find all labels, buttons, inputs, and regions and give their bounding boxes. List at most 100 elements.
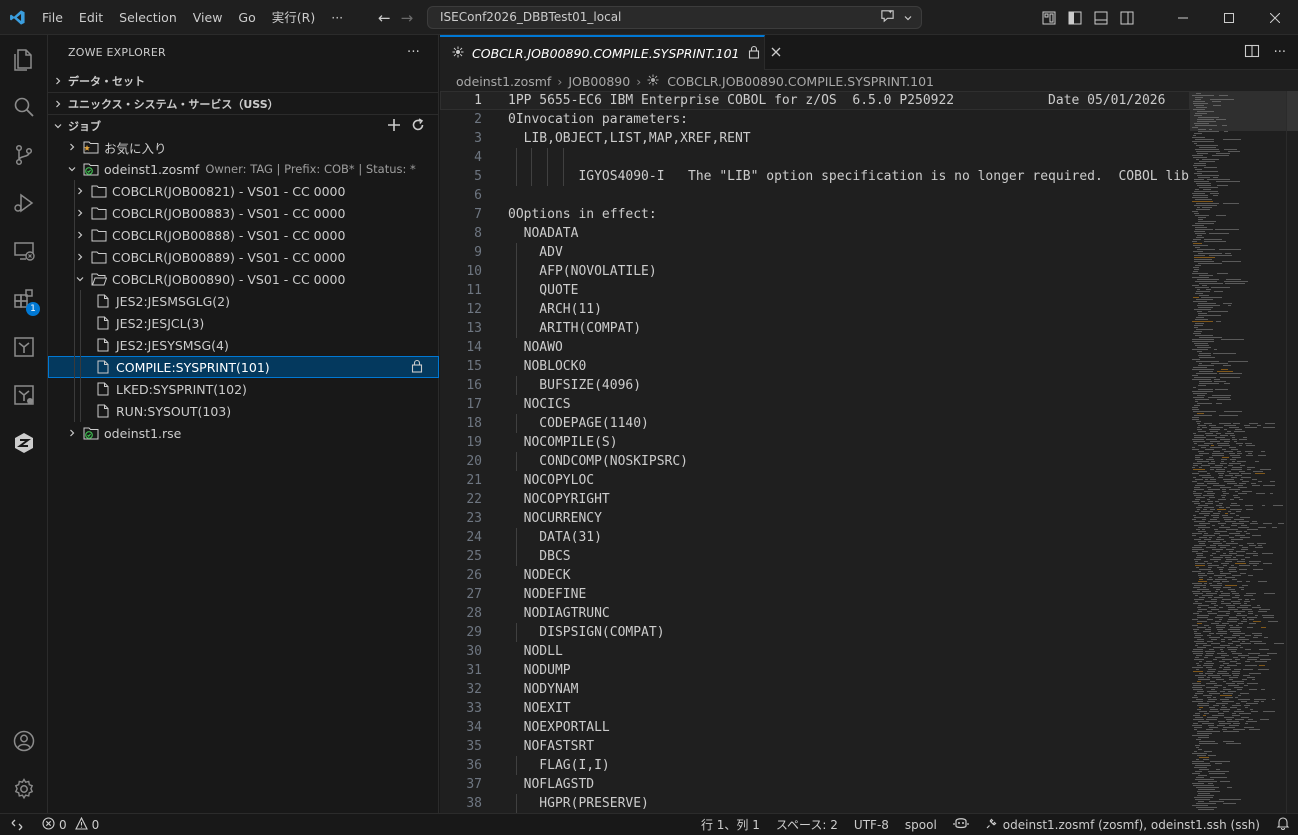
toggle-panel-icon[interactable] — [1088, 0, 1114, 35]
code-line[interactable]: 3 LIB,OBJECT,LIST,MAP,XREF,RENT — [440, 129, 1190, 148]
code-line[interactable]: 11 QUOTE — [440, 281, 1190, 300]
section-uss[interactable]: ユニックス・システム・サービス（USS） — [48, 92, 439, 114]
forward-arrow-icon[interactable]: → — [401, 9, 414, 27]
minimize-button[interactable] — [1160, 0, 1206, 35]
breadcrumb-item[interactable]: COBCLR.JOB00890.COMPILE.SYSPRINT.101 — [667, 74, 934, 89]
explorer-icon[interactable] — [0, 35, 48, 83]
cursor-position[interactable]: 行 1、列 1 — [701, 816, 760, 833]
code-line[interactable]: 30 NODLL — [440, 642, 1190, 661]
code-line[interactable]: 4 — [440, 148, 1190, 167]
tree-item-spool-file-selected[interactable]: COMPILE:SYSPRINT(101) — [48, 356, 439, 378]
close-window-button[interactable] — [1252, 0, 1298, 35]
code-line[interactable]: 23 NOCURRENCY — [440, 509, 1190, 528]
maximize-button[interactable] — [1206, 0, 1252, 35]
menu-more[interactable]: ··· — [323, 0, 351, 35]
tree-item-favorites[interactable]: お気に入り — [48, 136, 439, 158]
code-line[interactable]: 25 DBCS — [440, 547, 1190, 566]
connection-status[interactable]: odeinst1.zosmf (zosmf), odeinst1.ssh (ss… — [985, 817, 1260, 833]
tree-item-job[interactable]: COBCLR(JOB00821) - VS01 - CC 0000 — [48, 180, 439, 202]
code-line[interactable]: 38 HGPR(PRESERVE) — [440, 794, 1190, 813]
language-mode[interactable]: spool — [905, 818, 937, 832]
zowe-explorer-icon[interactable] — [0, 419, 48, 467]
code-line[interactable]: 27 NODEFINE — [440, 585, 1190, 604]
tree-item-spool-file[interactable]: JES2:JESMSGLG(2) — [48, 290, 439, 312]
code-line[interactable]: 5 IGYOS4090-I The "LIB" option specifica… — [440, 167, 1190, 186]
account-icon[interactable] — [0, 717, 48, 765]
add-icon[interactable] — [387, 118, 401, 135]
source-control-icon[interactable] — [0, 131, 48, 179]
code-line[interactable]: 18 CODEPAGE(1140) — [440, 414, 1190, 433]
chat-icon[interactable] — [880, 9, 895, 30]
code-line[interactable]: 21 NOCOPYLOC — [440, 471, 1190, 490]
copilot-icon[interactable] — [953, 816, 969, 833]
code-line[interactable]: 29 DISPSIGN(COMPAT) — [440, 623, 1190, 642]
menu-file[interactable]: File — [34, 0, 71, 35]
tree-view-alt-icon[interactable] — [0, 371, 48, 419]
code-line[interactable]: 2 0Invocation parameters: — [440, 110, 1190, 129]
menu-go[interactable]: Go — [230, 0, 263, 35]
settings-gear-icon[interactable] — [0, 765, 48, 813]
run-debug-icon[interactable] — [0, 179, 48, 227]
customize-layout-icon[interactable] — [1036, 0, 1062, 35]
code-line[interactable]: 19 NOCOMPILE(S) — [440, 433, 1190, 452]
toggle-primary-sidebar-icon[interactable] — [1062, 0, 1088, 35]
split-editor-icon[interactable] — [1244, 43, 1260, 62]
section-datasets[interactable]: データ・セット — [48, 70, 439, 92]
tree-item-spool-file[interactable]: JES2:JESYSMSG(4) — [48, 334, 439, 356]
code-line[interactable]: 16 BUFSIZE(4096) — [440, 376, 1190, 395]
code-line[interactable]: 34 NOEXPORTALL — [440, 718, 1190, 737]
code-line[interactable]: 36 FLAG(I,I) — [440, 756, 1190, 775]
toggle-secondary-sidebar-icon[interactable] — [1114, 0, 1140, 35]
code-line[interactable]: 12 ARCH(11) — [440, 300, 1190, 319]
code-line[interactable]: 14 NOAWO — [440, 338, 1190, 357]
editor-tab-active[interactable]: COBCLR.JOB00890.COMPILE.SYSPRINT.101 — [440, 35, 780, 70]
vertical-scrollbar[interactable] — [1286, 91, 1298, 813]
code-line[interactable]: 9 ADV — [440, 243, 1190, 262]
breadcrumb-item[interactable]: JOB00890 — [568, 74, 630, 89]
command-center-search[interactable]: ISEConf2026_DBBTest01_local — [427, 6, 922, 29]
menu-selection[interactable]: Selection — [111, 0, 185, 35]
more-actions-icon[interactable]: ··· — [1274, 45, 1286, 60]
tree-item-job-expanded[interactable]: COBCLR(JOB00890) - VS01 - CC 0000 — [48, 268, 439, 290]
code-line[interactable]: 26 NODECK — [440, 566, 1190, 585]
scroll-thumb[interactable] — [1287, 91, 1298, 131]
code-line[interactable]: 15 NOBLOCK0 — [440, 357, 1190, 376]
menu-view[interactable]: View — [185, 0, 231, 35]
sidebar-more-button[interactable]: ··· — [407, 45, 420, 60]
code-line[interactable]: 32 NODYNAM — [440, 680, 1190, 699]
code-line[interactable]: 8 NOADATA — [440, 224, 1190, 243]
indentation[interactable]: スペース: 2 — [776, 816, 838, 833]
minimap[interactable] — [1190, 91, 1286, 813]
code-editor[interactable]: 1 1PP 5655-EC6 IBM Enterprise COBOL for z… — [440, 91, 1190, 813]
tree-item-job[interactable]: COBCLR(JOB00883) - VS01 - CC 0000 — [48, 202, 439, 224]
notifications-bell-icon[interactable] — [1276, 816, 1290, 833]
encoding[interactable]: UTF-8 — [854, 818, 889, 832]
tree-view-icon[interactable] — [0, 323, 48, 371]
tab-close-icon[interactable] — [770, 46, 782, 61]
code-line[interactable]: 28 NODIAGTRUNC — [440, 604, 1190, 623]
tree-item-profile-rse[interactable]: odeinst1.rse — [48, 422, 439, 444]
code-line[interactable]: 1 1PP 5655-EC6 IBM Enterprise COBOL for z… — [440, 91, 1190, 110]
menu-edit[interactable]: Edit — [71, 0, 111, 35]
code-line[interactable]: 37 NOFLAGSTD — [440, 775, 1190, 794]
code-line[interactable]: 20 CONDCOMP(NOSKIPSRC) — [440, 452, 1190, 471]
code-line[interactable]: 17 NOCICS — [440, 395, 1190, 414]
tree-item-profile-zosmf[interactable]: odeinst1.zosmf Owner: TAG | Prefix: COB*… — [48, 158, 439, 180]
code-line[interactable]: 35 NOFASTSRT — [440, 737, 1190, 756]
remote-explorer-icon[interactable] — [0, 227, 48, 275]
code-line[interactable]: 13 ARITH(COMPAT) — [440, 319, 1190, 338]
chevron-down-icon[interactable] — [903, 9, 913, 30]
menu-run[interactable]: 実行(R) — [264, 0, 323, 35]
breadcrumb-item[interactable]: odeinst1.zosmf — [456, 74, 551, 89]
back-arrow-icon[interactable]: ← — [378, 9, 391, 27]
tree-item-job[interactable]: COBCLR(JOB00889) - VS01 - CC 0000 — [48, 246, 439, 268]
code-line[interactable]: 22 NOCOPYRIGHT — [440, 490, 1190, 509]
tree-item-spool-file[interactable]: RUN:SYSOUT(103) — [48, 400, 439, 422]
code-line[interactable]: 33 NOEXIT — [440, 699, 1190, 718]
code-line[interactable]: 31 NODUMP — [440, 661, 1190, 680]
refresh-icon[interactable] — [411, 117, 425, 135]
tree-item-job[interactable]: COBCLR(JOB00888) - VS01 - CC 0000 — [48, 224, 439, 246]
tree-item-spool-file[interactable]: LKED:SYSPRINT(102) — [48, 378, 439, 400]
code-line[interactable]: 10 AFP(NOVOLATILE) — [440, 262, 1190, 281]
tree-item-spool-file[interactable]: JES2:JESJCL(3) — [48, 312, 439, 334]
